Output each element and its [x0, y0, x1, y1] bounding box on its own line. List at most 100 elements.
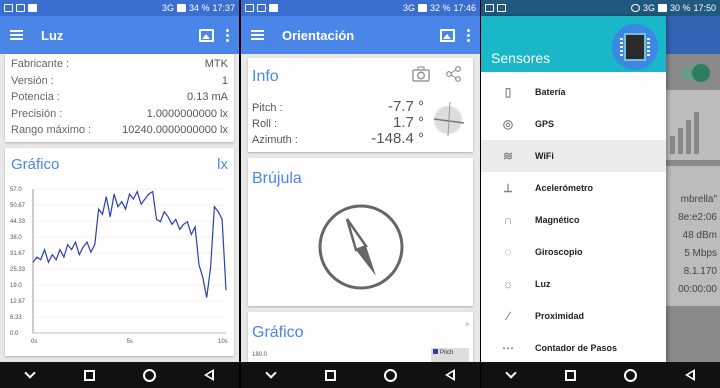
series-line	[32, 189, 227, 298]
location-icon	[630, 4, 640, 12]
menu-item-label: Contador de Pasos	[535, 343, 618, 353]
background-content: mbrella" 8e:e2:06 48 dBm 5 Mbps 8.1.170 00:00…	[666, 16, 720, 362]
x-tick-label: 0s	[31, 339, 37, 345]
graph-legend: Pitch	[431, 348, 469, 362]
overflow-menu-icon[interactable]	[467, 28, 470, 42]
menu-item-label: GPS	[535, 119, 555, 129]
background-text: mbrella"	[680, 194, 717, 205]
menu-item-label: Batería	[535, 87, 566, 97]
clock: 17:37	[212, 3, 235, 13]
menu-item-label: Giroscopio	[535, 247, 583, 257]
hide-nav-button[interactable]	[23, 367, 37, 382]
orientation-gauge-icon	[433, 102, 465, 136]
light-chart: 57.0 50.67 44.33 38.0 31.67 25.33 19.0 12.67 6.3…	[10, 187, 228, 345]
background-card	[666, 90, 720, 160]
menu-item[interactable]: ≋ WiFi	[481, 140, 666, 172]
gps-icon: ◎	[502, 117, 514, 131]
notification-icon	[269, 4, 278, 12]
info-value: 0.13 mA	[187, 91, 228, 104]
notification-icon	[4, 4, 13, 12]
step-counter-icon: ⋯	[502, 341, 514, 355]
y-tick-label: 38.0	[10, 235, 22, 241]
notification-icon	[485, 4, 494, 12]
screenshot-icon[interactable]	[199, 28, 214, 42]
info-title: Info	[252, 68, 279, 85]
menu-item-label: WiFi	[535, 151, 554, 161]
menu-icon[interactable]	[251, 30, 264, 40]
y-tick-label: 44.33	[10, 219, 26, 225]
home-button[interactable]	[383, 368, 397, 382]
info-value: 1	[221, 74, 228, 87]
gyroscope-icon: ◌	[504, 245, 512, 259]
y-tick-label: 57.0	[10, 187, 22, 193]
y-tick-label: 6.33	[10, 315, 22, 321]
hide-nav-button[interactable]	[264, 367, 278, 382]
signal-label: 3G	[161, 3, 174, 13]
info-row: Precisión : 1.0000000000 lx	[11, 106, 228, 123]
drawer-header: Sensores	[481, 16, 666, 72]
y-tick-label: 50.67	[10, 203, 26, 209]
recents-button[interactable]	[564, 368, 578, 382]
info-card: Info Pitch : -7.7 ° Roll : 1.7 ° Azimuth : -1…	[248, 58, 473, 152]
menu-item[interactable]: ◌ Giroscopio	[481, 236, 666, 268]
share-icon[interactable]	[446, 66, 462, 82]
more-icon[interactable]: °	[466, 322, 469, 331]
background-text: 8e:e2:06	[678, 212, 717, 223]
back-button[interactable]	[202, 368, 216, 382]
info-value: 1.0000000000 lx	[146, 107, 228, 120]
y-tick-label: 31.67	[10, 251, 26, 257]
overflow-menu-icon[interactable]	[226, 28, 229, 42]
info-row: Rango máximo : 10240.0000000000 lx	[11, 122, 228, 139]
notification-icon	[257, 4, 266, 12]
hide-nav-button[interactable]	[504, 367, 518, 382]
battery-icon: ▯	[504, 85, 512, 99]
info-key: Potencia :	[11, 91, 60, 104]
recents-button[interactable]	[324, 368, 338, 382]
menu-item[interactable]: ⋯ Contador de Pasos	[481, 332, 666, 364]
x-tick-label: 10s	[218, 339, 228, 345]
orientation-key: Pitch :	[252, 102, 283, 114]
back-button[interactable]	[443, 368, 457, 382]
notification-icon	[28, 4, 37, 12]
battery-label: 32 %	[429, 3, 451, 13]
graph-title: Gráfico	[252, 324, 304, 341]
menu-item[interactable]: ◎ GPS	[481, 108, 666, 140]
orientation-value: 1.7 °	[392, 114, 424, 131]
orientation-value: -148.4 °	[371, 130, 424, 147]
signal-label: 3G	[402, 3, 415, 13]
navigation-drawer: Sensores ▯ Batería ◎ GPS ≋ WiFi ⟂ Acelerómetro ∩…	[481, 16, 666, 362]
menu-item[interactable]: ⟂ Acelerómetro	[481, 172, 666, 204]
battery-label: 34 %	[188, 3, 210, 13]
chart-card: Gráfico lx 57.0 50.67 44.33 38.0 31.67 25.33 1…	[5, 148, 234, 356]
accelerometer-icon: ⟂	[503, 180, 512, 195]
menu-item[interactable]: ▯ Batería	[481, 76, 666, 108]
status-bar: 3G 32 % 17:46	[241, 0, 480, 16]
status-bar: 3G 34 % 17:37	[0, 0, 239, 16]
info-value: MTK	[204, 58, 228, 71]
back-button[interactable]	[683, 368, 697, 382]
menu-icon[interactable]	[10, 30, 23, 40]
y-tick-label: 0.0	[10, 331, 19, 337]
background-text: 48 dBm	[682, 230, 717, 241]
home-button[interactable]	[623, 368, 637, 382]
sensors-drawer-screen: 3G 30 % 17:50 mbrella" 8e:e2:06 48 dBm 5 Mb…	[481, 0, 720, 388]
home-button[interactable]	[142, 368, 156, 382]
menu-item-label: Proximidad	[535, 311, 585, 321]
nav-bar	[481, 362, 720, 388]
menu-item[interactable]: ☼ Luz	[481, 268, 666, 300]
battery-icon	[176, 4, 186, 12]
nav-bar	[241, 362, 480, 388]
sensor-info-card: Fabricante : MTK Versión : 1 Potencia : 0.13 …	[5, 54, 234, 142]
recents-button[interactable]	[83, 368, 97, 382]
camera-icon[interactable]	[412, 66, 430, 82]
menu-item[interactable]: ∕ Proximidad	[481, 300, 666, 332]
legend-pitch: Pitch	[440, 350, 454, 356]
orientation-row: Roll : 1.7 °	[252, 114, 424, 131]
magnet-icon: ∩	[503, 213, 513, 227]
screenshot-icon[interactable]	[440, 28, 455, 42]
notification-icon	[245, 4, 254, 12]
orientation-key: Azimuth :	[252, 134, 298, 146]
menu-item[interactable]: ∩ Magnético	[481, 204, 666, 236]
compass-icon	[318, 204, 404, 290]
info-key: Rango máximo :	[11, 124, 92, 137]
